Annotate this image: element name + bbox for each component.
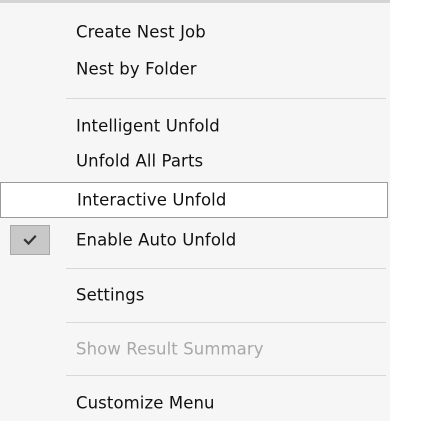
menu-item-label: Customize Menu [76, 393, 215, 413]
menu-item-show-result-summary: Show Result Summary [0, 331, 390, 367]
menu-item-nest-by-folder[interactable]: Nest by Folder [0, 51, 390, 87]
menu-item-customize-menu[interactable]: Customize Menu [0, 385, 390, 421]
menu-item-label: Unfold All Parts [76, 151, 204, 171]
context-menu: Create Nest Job Nest by Folder Intellige… [0, 0, 444, 421]
menu-separator [66, 268, 386, 269]
background-right [390, 0, 444, 421]
menu-item-create-nest-job[interactable]: Create Nest Job [0, 14, 390, 50]
menu-item-label: Create Nest Job [76, 22, 206, 42]
menu-item-label: Nest by Folder [76, 59, 197, 79]
menu-item-enable-auto-unfold[interactable]: Enable Auto Unfold [0, 222, 390, 258]
menu-item-label: Settings [76, 285, 145, 305]
menu-separator [66, 98, 386, 99]
menu-item-label: Enable Auto Unfold [76, 230, 237, 250]
checkmark-icon [10, 225, 50, 255]
menu-item-label: Show Result Summary [76, 339, 264, 359]
menu-item-unfold-all-parts[interactable]: Unfold All Parts [0, 143, 390, 179]
menu-item-interactive-unfold[interactable]: Interactive Unfold [0, 182, 388, 218]
menu-separator [66, 375, 386, 376]
menu-separator [66, 322, 386, 323]
menu-item-label: Interactive Unfold [77, 190, 227, 210]
menu-item-intelligent-unfold[interactable]: Intelligent Unfold [0, 108, 390, 144]
menu-item-label: Intelligent Unfold [76, 116, 220, 136]
menu-top-border [0, 0, 390, 3]
menu-item-settings[interactable]: Settings [0, 277, 390, 313]
